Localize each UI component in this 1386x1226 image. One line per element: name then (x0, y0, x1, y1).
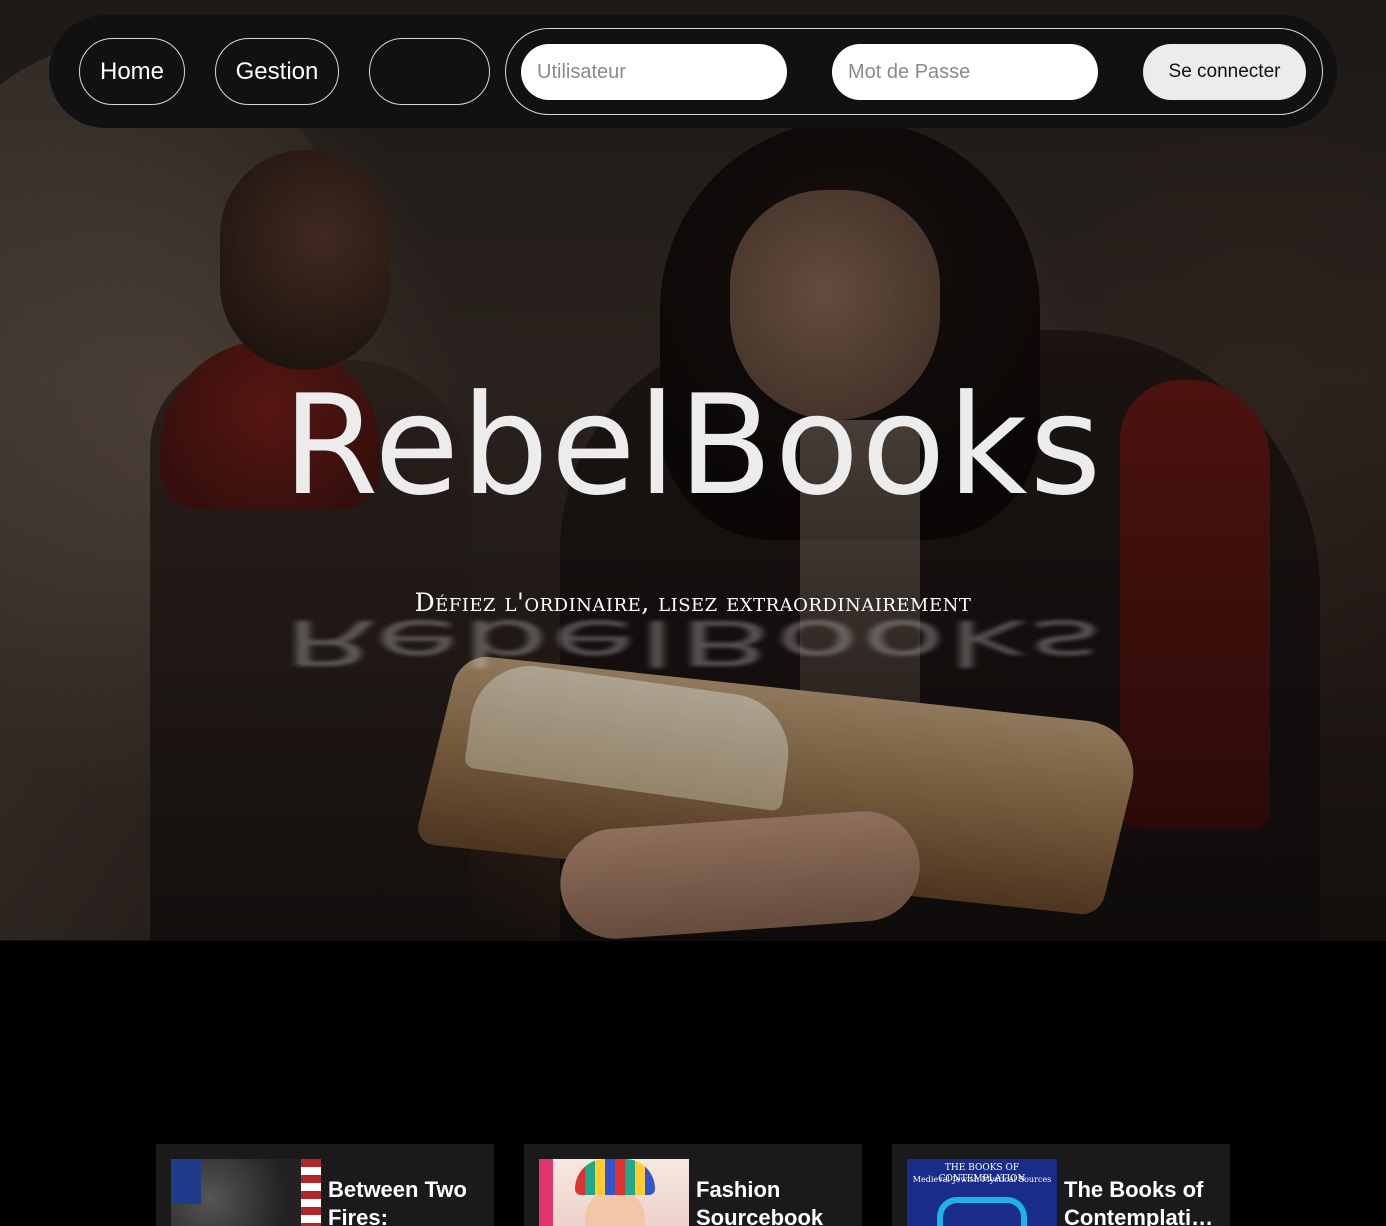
nav-fermer-link[interactable]: Fermer (369, 38, 490, 105)
book-title: The Books of Contemplati… (1064, 1177, 1214, 1226)
book-card[interactable]: Fashion Sourcebook (524, 1144, 862, 1226)
hero-title: RebelBooks (282, 365, 1104, 526)
cover-flag-stars (171, 1159, 201, 1204)
book-cover-image (539, 1159, 689, 1226)
book-card[interactable]: THE BOOKS OF CONTEMPLATION Medieval Jewi… (892, 1144, 1230, 1226)
password-input[interactable] (832, 44, 1098, 100)
username-input[interactable] (521, 44, 787, 100)
book-title: Between Two Fires: (328, 1177, 467, 1226)
cover-spine-strip (539, 1159, 553, 1226)
nav-home-link[interactable]: Home (79, 38, 185, 105)
login-button[interactable]: Se connecter (1143, 44, 1306, 100)
cover-model-hat (575, 1159, 655, 1195)
book-card[interactable]: Between Two Fires: (156, 1144, 494, 1226)
book-cover-image: THE BOOKS OF CONTEMPLATION Medieval Jewi… (907, 1159, 1057, 1226)
login-form: Se connecter (505, 28, 1323, 115)
hero-tagline: Défiez l'ordinaire, lisez extraordinaire… (414, 588, 972, 617)
cover-subtitle-text: Medieval Jewish Mystical Sources (912, 1175, 1052, 1184)
top-navbar: Home Gestion Fermer Se connecter (49, 15, 1337, 128)
hero-section: RebelBooks RebelBooks Défiez l'ordinaire… (0, 0, 1386, 941)
book-cover-image (171, 1159, 321, 1226)
nav-gestion-link[interactable]: Gestion (215, 38, 339, 105)
book-title: Fashion Sourcebook (696, 1177, 824, 1226)
cover-emblem (937, 1197, 1027, 1226)
